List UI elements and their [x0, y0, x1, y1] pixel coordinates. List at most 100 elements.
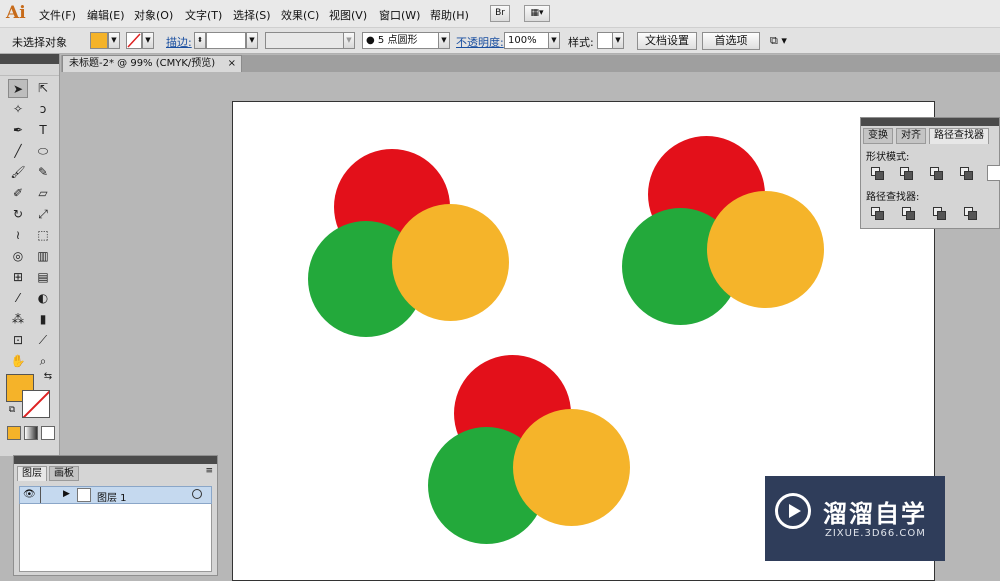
selection-tool-icon[interactable]: ➤ [8, 79, 28, 98]
expand-button[interactable] [987, 165, 1000, 181]
variable-width-profile[interactable] [265, 32, 345, 49]
graphic-style-swatch[interactable] [597, 32, 613, 49]
none-mode-button[interactable] [41, 426, 55, 440]
default-colors-icon[interactable]: ⧉ [2, 403, 22, 417]
minus-front-icon[interactable] [900, 167, 913, 180]
document-tab[interactable]: 未标题-2* @ 99% (CMYK/预览) × [62, 55, 242, 72]
yellow-circle[interactable] [513, 409, 630, 526]
fill-color-swatch[interactable] [90, 32, 108, 49]
divide-icon[interactable] [871, 207, 884, 220]
fill-dropdown-arrow[interactable]: ▼ [108, 32, 120, 49]
play-logo-icon [775, 493, 811, 529]
arrange-documents-button[interactable]: ▦▾ [524, 5, 550, 22]
mesh-tool-icon[interactable]: ⊞ [8, 268, 28, 287]
free-transform-tool-icon[interactable]: ⬚ [33, 226, 53, 245]
slice-tool-icon[interactable]: ⟋ [33, 331, 53, 350]
unite-icon[interactable] [871, 167, 884, 180]
brush-definition[interactable]: ● 5 点圆形 [362, 32, 450, 49]
gradient-mode-button[interactable] [24, 426, 38, 440]
stroke-dropdown-arrow[interactable]: ▼ [142, 32, 154, 49]
paintbrush-tool-icon[interactable]: 🖌 [8, 163, 28, 182]
stroke-label[interactable]: 描边: [166, 34, 192, 50]
blend-tool-icon[interactable]: ◐ [33, 289, 53, 308]
exclude-icon[interactable] [960, 167, 973, 180]
layer-row[interactable]: 👁 ▶ 图层 1 [19, 486, 212, 504]
blob-brush-tool-icon[interactable]: ✐ [8, 184, 28, 203]
direct-selection-tool-icon[interactable]: ⇱ [33, 79, 53, 98]
eraser-tool-icon[interactable]: ▱ [33, 184, 53, 203]
menu-select[interactable]: 选择(S) [233, 7, 271, 23]
column-graph-tool-icon[interactable]: ▮ [33, 310, 53, 329]
zoom-tool-icon[interactable]: ⌕ [33, 352, 53, 371]
menu-edit[interactable]: 编辑(E) [87, 7, 125, 23]
selection-status: 未选择对象 [12, 36, 67, 49]
menu-help[interactable]: 帮助(H) [430, 7, 469, 23]
scale-tool-icon[interactable]: ⤢ [33, 205, 53, 224]
layers-panel-header[interactable] [14, 456, 217, 464]
menu-file[interactable]: 文件(F) [39, 7, 76, 23]
trim-icon[interactable] [902, 207, 915, 220]
panel-menu-icon[interactable]: ≡ [205, 466, 213, 476]
stroke-color-box[interactable] [22, 390, 50, 418]
opacity-dropdown[interactable]: ▼ [548, 32, 560, 49]
menu-bar: Ai 文件(F) 编辑(E) 对象(O) 文字(T) 选择(S) 效果(C) 视… [0, 0, 1000, 28]
menu-view[interactable]: 视图(V) [329, 7, 367, 23]
crop-icon[interactable] [964, 207, 977, 220]
target-circle-icon[interactable] [192, 489, 202, 499]
type-tool-icon[interactable]: T [33, 121, 53, 140]
stroke-weight-stepper[interactable]: ⬍ [194, 32, 206, 49]
eyedropper-tool-icon[interactable]: ⁄ [8, 289, 28, 308]
document-setup-button[interactable]: 文档设置 [637, 32, 697, 50]
perspective-grid-tool-icon[interactable]: ▥ [33, 247, 53, 266]
variable-width-dropdown[interactable]: ▼ [343, 32, 355, 49]
menu-type[interactable]: 文字(T) [185, 7, 222, 23]
pathfinder-panel: 变换 对齐 路径查找器 形状模式: 路径查找器: [860, 117, 1000, 229]
menu-effect[interactable]: 效果(C) [281, 7, 319, 23]
rotate-tool-icon[interactable]: ↻ [8, 205, 28, 224]
close-icon[interactable]: × [228, 56, 236, 71]
swap-colors-icon[interactable]: ⇆ [38, 370, 58, 384]
hand-tool-icon[interactable]: ✋ [8, 352, 28, 371]
arrange-panel-icon[interactable]: ⧉ ▾ [770, 34, 787, 48]
brush-dropdown[interactable]: ▼ [438, 32, 450, 49]
color-mode-button[interactable] [7, 426, 21, 440]
pathfinder-panel-header[interactable] [861, 118, 999, 126]
bridge-button[interactable]: Br [490, 5, 510, 22]
expand-triangle-icon[interactable]: ▶ [63, 489, 70, 499]
layer-name[interactable]: 图层 1 [97, 489, 127, 504]
opacity-input[interactable]: 100% [504, 32, 550, 49]
artboard-tool-icon[interactable]: ⊡ [8, 331, 28, 350]
tools-panel-header[interactable] [0, 54, 59, 64]
line-tool-icon[interactable]: ╱ [8, 142, 28, 161]
intersect-icon[interactable] [930, 167, 943, 180]
tab-pathfinder[interactable]: 路径查找器 [929, 128, 989, 144]
magic-wand-tool-icon[interactable]: ✧ [8, 100, 28, 119]
symbol-sprayer-tool-icon[interactable]: ⁂ [8, 310, 28, 329]
pen-tool-icon[interactable]: ✒ [8, 121, 28, 140]
shape-builder-tool-icon[interactable]: ◎ [8, 247, 28, 266]
lasso-tool-icon[interactable]: ↄ [33, 100, 53, 119]
yellow-circle[interactable] [707, 191, 824, 308]
warp-tool-icon[interactable]: ≀ [8, 226, 28, 245]
shape-modes-label: 形状模式: [866, 152, 910, 163]
tab-artboards[interactable]: 画板 [49, 466, 79, 481]
pencil-tool-icon[interactable]: ✎ [33, 163, 53, 182]
yellow-circle[interactable] [392, 204, 509, 321]
tab-transform[interactable]: 变换 [863, 128, 893, 144]
tools-panel-grip[interactable] [0, 64, 59, 76]
menu-object[interactable]: 对象(O) [134, 7, 173, 23]
stroke-weight-input[interactable] [206, 32, 246, 49]
ellipse-tool-icon[interactable]: ⬭ [33, 142, 53, 161]
graphic-style-dropdown[interactable]: ▼ [612, 32, 624, 49]
stroke-color-swatch[interactable] [126, 32, 142, 49]
stroke-weight-dropdown[interactable]: ▼ [246, 32, 258, 49]
preferences-button[interactable]: 首选项 [702, 32, 760, 50]
tab-layers[interactable]: 图层 [17, 466, 47, 481]
merge-icon[interactable] [933, 207, 946, 220]
gradient-tool-icon[interactable]: ▤ [33, 268, 53, 287]
menu-window[interactable]: 窗口(W) [379, 7, 420, 23]
tab-align[interactable]: 对齐 [896, 128, 926, 144]
lock-column[interactable] [40, 487, 41, 503]
opacity-label[interactable]: 不透明度: [456, 34, 504, 50]
visibility-eye-icon[interactable]: 👁 [23, 489, 36, 500]
